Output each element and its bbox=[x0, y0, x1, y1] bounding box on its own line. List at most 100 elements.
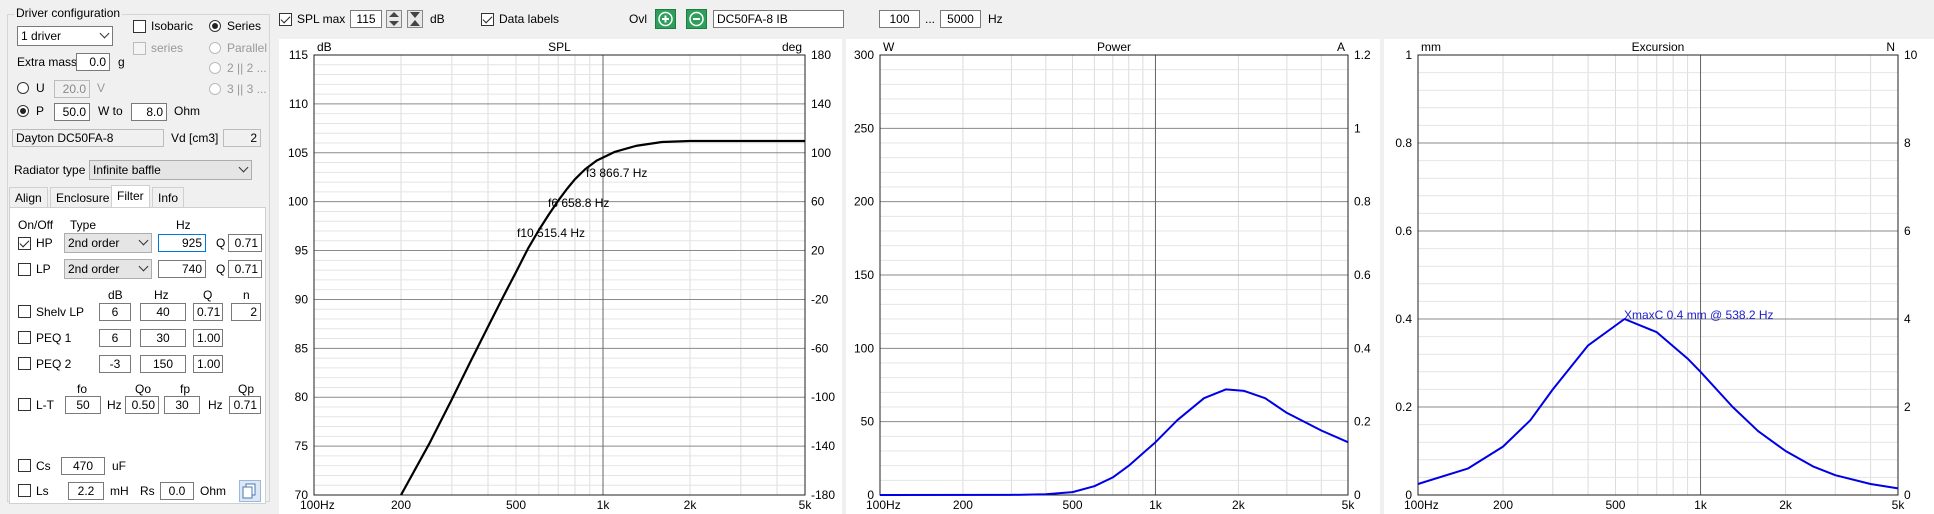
hp-q-label: Q bbox=[216, 236, 226, 250]
ls-checkbox[interactable] bbox=[18, 484, 31, 497]
freq-from-input[interactable]: 100 bbox=[879, 10, 920, 28]
add-overlay-button[interactable] bbox=[655, 9, 676, 29]
radiator-type-select[interactable]: Infinite baffle bbox=[89, 160, 252, 180]
lp-type-select[interactable]: 2nd order bbox=[64, 259, 152, 279]
data-labels-label: Data labels bbox=[499, 12, 560, 26]
cs-input[interactable]: 470 bbox=[61, 457, 105, 475]
spl-max-checkbox[interactable] bbox=[279, 13, 292, 26]
ls-input[interactable]: 2.2 bbox=[68, 482, 104, 500]
x-tick-label: 100Hz bbox=[300, 498, 335, 512]
hp-q-input[interactable]: 0.71 bbox=[228, 234, 262, 252]
hdr-qo: Qo bbox=[135, 382, 152, 396]
peq2-q-input[interactable]: 1.00 bbox=[193, 355, 223, 373]
peq1-db-input[interactable]: 6 bbox=[99, 329, 131, 347]
driver-config-title: Driver configuration bbox=[14, 6, 123, 20]
drivers-select[interactable]: 1 driver bbox=[17, 26, 113, 46]
spl-max-input[interactable]: 115 bbox=[350, 10, 382, 28]
peq1-q-input[interactable]: 1.00 bbox=[193, 329, 223, 347]
lt-hz2-unit: Hz bbox=[208, 398, 223, 412]
lt-fp-input[interactable]: 30 bbox=[164, 396, 200, 414]
cs-checkbox[interactable] bbox=[18, 459, 31, 472]
spl-fit-button[interactable] bbox=[407, 10, 423, 28]
peq1-hz-input[interactable]: 30 bbox=[140, 329, 186, 347]
x-tick-label: 2k bbox=[684, 498, 698, 512]
series-checkbox[interactable] bbox=[133, 42, 146, 55]
parallel-radio[interactable] bbox=[209, 42, 221, 54]
excursion-chart: 0 0.2 0.4 0.6 0.8 1 0 2 4 6 8 10 100Hz 200 500 1k 2k 5k Ex… bbox=[1384, 39, 1934, 514]
data-labels-checkbox[interactable] bbox=[481, 13, 494, 26]
y2-tick-label: 2 bbox=[1904, 400, 1911, 414]
shelv-hz-input[interactable]: 40 bbox=[140, 303, 186, 321]
y2-tick-label: 6 bbox=[1904, 224, 1911, 238]
u-radio[interactable] bbox=[17, 82, 29, 94]
y-tick-label: 115 bbox=[289, 48, 308, 62]
hdr-n: n bbox=[243, 288, 250, 302]
chart-title: SPL bbox=[548, 40, 571, 54]
shelv-q-input[interactable]: 0.71 bbox=[193, 303, 223, 321]
hp-hz-input[interactable]: 925 bbox=[158, 234, 206, 252]
y-tick-label: 0.8 bbox=[1395, 136, 1412, 150]
hdr-fo: fo bbox=[77, 382, 88, 396]
lp-checkbox[interactable] bbox=[18, 263, 31, 276]
lt-fo-input[interactable]: 50 bbox=[65, 396, 101, 414]
tab-enclosure[interactable]: Enclosure bbox=[50, 187, 116, 207]
y-tick-label: 0.4 bbox=[1395, 312, 1412, 326]
p-radio[interactable] bbox=[17, 105, 29, 117]
x-tick-label: 2k bbox=[1779, 498, 1793, 512]
spl-db-unit: dB bbox=[430, 12, 445, 26]
peq2-db-input[interactable]: -3 bbox=[99, 355, 131, 373]
overlay-name-input[interactable]: DC50FA-8 IB bbox=[713, 10, 844, 28]
x-tick-label: 100Hz bbox=[1404, 498, 1439, 512]
y2-tick-label: -20 bbox=[811, 292, 829, 306]
y2-tick-label: 0.4 bbox=[1354, 341, 1371, 355]
x-tick-label: 200 bbox=[391, 498, 411, 512]
cs-unit: uF bbox=[112, 459, 127, 473]
u-input[interactable]: 20.0 bbox=[54, 80, 90, 98]
extra-mass-label: Extra mass bbox=[17, 55, 78, 69]
ohm-input[interactable]: 8.0 bbox=[131, 103, 167, 121]
lp-q-input[interactable]: 0.71 bbox=[228, 260, 262, 278]
shelv-lp-checkbox[interactable] bbox=[18, 305, 31, 318]
peq2-hz-input[interactable]: 150 bbox=[140, 355, 186, 373]
y2-tick-label: 0 bbox=[1354, 488, 1361, 502]
series-radio[interactable] bbox=[209, 20, 221, 32]
extra-mass-unit: g bbox=[118, 55, 125, 69]
rs-input[interactable]: 0.0 bbox=[160, 482, 194, 500]
hp-type-select[interactable]: 2nd order bbox=[64, 233, 152, 253]
hdr-db: dB bbox=[108, 288, 123, 302]
lt-qo-input[interactable]: 0.50 bbox=[125, 396, 159, 414]
x-tick-label: 2k bbox=[1232, 498, 1246, 512]
x-tick-label: 100Hz bbox=[866, 498, 901, 512]
hdr-qp: Qp bbox=[238, 382, 255, 396]
remove-overlay-button[interactable] bbox=[686, 9, 707, 29]
lp-label: LP bbox=[36, 262, 51, 276]
x-tick-label: 5k bbox=[799, 498, 813, 512]
freq-to-input[interactable]: 5000 bbox=[940, 10, 981, 28]
copy-button[interactable] bbox=[239, 480, 261, 502]
shelv-db-input[interactable]: 6 bbox=[99, 303, 131, 321]
hp-checkbox[interactable] bbox=[18, 237, 31, 250]
lp-hz-input[interactable]: 740 bbox=[158, 260, 206, 278]
tab-info[interactable]: Info bbox=[152, 187, 185, 207]
tab-align[interactable]: Align bbox=[9, 187, 48, 207]
lt-qp-input[interactable]: 0.71 bbox=[229, 396, 261, 414]
y2-tick-label: -180 bbox=[811, 488, 835, 502]
p3-radio[interactable] bbox=[209, 83, 221, 95]
p2-radio[interactable] bbox=[209, 62, 221, 74]
extra-mass-input[interactable]: 0.0 bbox=[76, 53, 110, 71]
tab-filter[interactable]: Filter bbox=[111, 185, 150, 207]
y-tick-label: 250 bbox=[854, 121, 874, 135]
y2-tick-label: 0.6 bbox=[1354, 268, 1371, 282]
p-input[interactable]: 50.0 bbox=[54, 103, 90, 121]
y-tick-label: 95 bbox=[295, 244, 309, 258]
p-label: P bbox=[36, 104, 45, 118]
spl-spin-button[interactable] bbox=[386, 10, 402, 28]
peq1-checkbox[interactable] bbox=[18, 331, 31, 344]
y2-tick-label: 0.8 bbox=[1354, 195, 1371, 209]
y-tick-label: 300 bbox=[854, 48, 874, 62]
isobaric-checkbox[interactable] bbox=[133, 20, 146, 33]
lt-checkbox[interactable] bbox=[18, 398, 31, 411]
shelv-n-input[interactable]: 2 bbox=[231, 303, 261, 321]
peq2-checkbox[interactable] bbox=[18, 357, 31, 370]
hp-label: HP bbox=[36, 236, 53, 250]
